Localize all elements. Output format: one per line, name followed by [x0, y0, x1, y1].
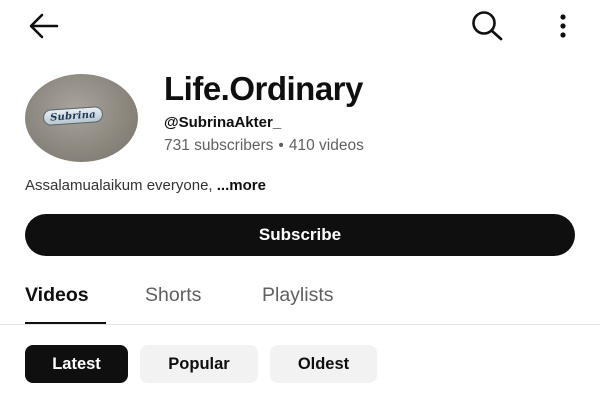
avatar-name-text: Subrina	[49, 108, 97, 124]
tab-shorts[interactable]: Shorts	[145, 284, 201, 307]
channel-stats: 731 subscribers • 410 videos	[164, 137, 364, 155]
search-icon	[472, 11, 503, 41]
search-button[interactable]	[466, 8, 508, 44]
arrow-left-icon	[29, 13, 59, 39]
channel-description[interactable]: Assalamualaikum everyone, ...more	[25, 177, 266, 194]
filter-chip-oldest[interactable]: Oldest	[270, 345, 377, 383]
subscriber-count: 731 subscribers	[164, 137, 274, 154]
tab-videos[interactable]: Videos	[25, 284, 89, 307]
filter-chip-latest[interactable]: Latest	[25, 345, 128, 383]
channel-tabs: Videos Shorts Playlists	[0, 276, 600, 325]
description-text: Assalamualaikum everyone,	[25, 177, 217, 194]
more-vertical-icon	[560, 14, 566, 38]
back-button[interactable]	[24, 8, 64, 44]
stat-separator: •	[278, 137, 284, 154]
more-link[interactable]: ...more	[217, 177, 266, 194]
filter-chip-popular[interactable]: Popular	[140, 345, 258, 383]
top-bar	[0, 0, 600, 52]
avatar-name-plate: Subrina	[42, 105, 104, 127]
channel-handle: @SubrinaAkter_	[164, 114, 282, 131]
video-count: 410 videos	[288, 137, 364, 154]
subscribe-button[interactable]: Subscribe	[25, 214, 575, 256]
channel-title: Life.Ordinary	[164, 70, 363, 107]
channel-avatar[interactable]: Subrina	[25, 74, 138, 162]
more-options-button[interactable]	[548, 8, 578, 44]
tab-playlists[interactable]: Playlists	[262, 284, 334, 307]
active-tab-indicator	[25, 322, 106, 324]
